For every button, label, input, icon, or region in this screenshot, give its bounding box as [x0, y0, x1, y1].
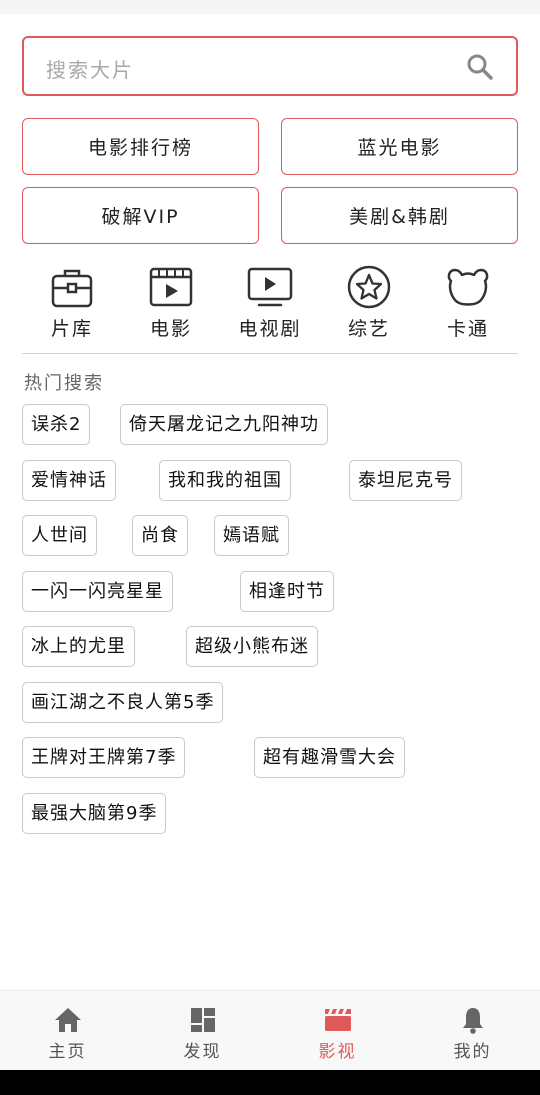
hot-tag[interactable]: 泰坦尼克号 [349, 460, 462, 501]
category-movie[interactable]: 电影 [126, 264, 216, 344]
vip-button[interactable]: 破解VIP [22, 187, 259, 244]
search-placeholder: 搜索大片 [46, 58, 134, 82]
hot-tag[interactable]: 误杀2 [22, 404, 91, 445]
hot-tag[interactable]: 相逢时节 [240, 571, 334, 612]
hot-tag[interactable]: 王牌对王牌第7季 [22, 737, 186, 778]
hot-tag[interactable]: 爱情神话 [22, 460, 116, 501]
hot-tag[interactable]: 尚食 [132, 515, 188, 556]
nav-discover[interactable]: 发现 [135, 991, 270, 1071]
hot-tag[interactable]: 最强大脑第9季 [22, 793, 167, 834]
hot-search-title: 热门搜索 [24, 373, 104, 394]
us-kr-drama-button[interactable]: 美剧&韩剧 [281, 187, 518, 244]
nav-label: 我的 [453, 1042, 492, 1062]
hot-tag[interactable]: 超有趣滑雪大会 [254, 737, 405, 778]
hot-tag[interactable]: 我和我的祖国 [159, 460, 291, 501]
system-nav-bar [0, 1070, 540, 1095]
section-divider [22, 353, 518, 354]
bear-icon [447, 268, 489, 306]
star-circle-icon [347, 265, 391, 309]
hot-tag[interactable]: 一闪一闪亮星星 [22, 571, 173, 612]
category-label: 卡通 [446, 318, 489, 340]
clapperboard-icon [324, 1009, 351, 1031]
search-input[interactable]: 搜索大片 [22, 36, 518, 96]
briefcase-icon [51, 269, 93, 308]
category-label: 电视剧 [238, 318, 302, 340]
nav-mine[interactable]: 我的 [405, 991, 540, 1071]
status-bar [0, 0, 540, 14]
film-icon [149, 267, 193, 307]
category-tv-series[interactable]: 电视剧 [225, 264, 315, 344]
tv-icon [247, 267, 293, 307]
category-label: 电影 [149, 318, 192, 340]
nav-label: 影视 [318, 1042, 357, 1062]
nav-label: 发现 [183, 1042, 222, 1062]
hot-tag[interactable]: 冰上的尤里 [22, 626, 135, 667]
category-label: 综艺 [347, 318, 390, 340]
bell-icon [462, 1008, 483, 1034]
nav-home[interactable]: 主页 [0, 991, 135, 1071]
bluray-movie-button[interactable]: 蓝光电影 [281, 118, 518, 175]
nav-movies[interactable]: 影视 [270, 991, 405, 1071]
category-library[interactable]: 片库 [27, 264, 117, 344]
bottom-nav: 主页 发现 影视 我的 [0, 990, 540, 1070]
home-icon [54, 1008, 81, 1032]
hot-tag[interactable]: 人世间 [22, 515, 97, 556]
dashboard-icon [190, 1008, 215, 1032]
search-icon[interactable] [466, 53, 494, 81]
hot-tag[interactable]: 倚天屠龙记之九阳神功 [120, 404, 328, 445]
category-variety[interactable]: 综艺 [324, 264, 414, 344]
chart-ranking-button[interactable]: 电影排行榜 [22, 118, 259, 175]
category-cartoon[interactable]: 卡通 [423, 264, 513, 344]
category-label: 片库 [50, 318, 93, 340]
nav-label: 主页 [48, 1042, 87, 1062]
category-row: 片库 电影 电视剧 综艺 卡通 [0, 264, 540, 344]
hot-tag[interactable]: 画江湖之不良人第5季 [22, 682, 224, 723]
hot-tag[interactable]: 嫣语赋 [214, 515, 289, 556]
hot-tag[interactable]: 超级小熊布迷 [186, 626, 318, 667]
